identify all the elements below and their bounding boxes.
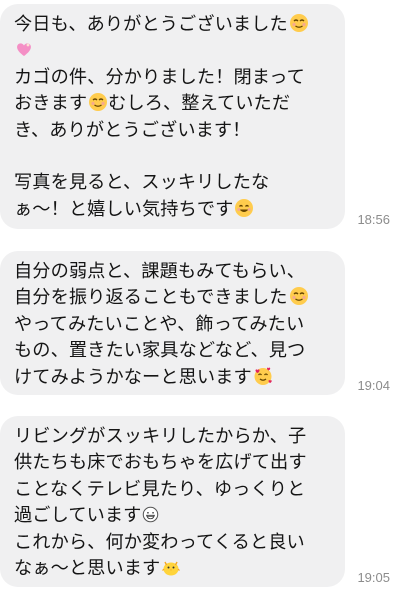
message-line: カゴの件、分かりました！閉まって — [14, 66, 305, 88]
message-line: ことなくテレビ見たり、ゆっくりと — [14, 478, 306, 500]
relieved-face-icon — [289, 286, 309, 306]
message-line: 自分を振り返ることもできました — [14, 285, 331, 311]
message-line: 自分の弱点と、課題もみてもらい、 — [14, 261, 305, 282]
message-line: き、ありがとうございます！ — [14, 119, 251, 141]
message-line: 供たちも床でおもちゃを広げて出す — [14, 452, 307, 474]
message-line: やってみたいことや、飾ってみたい — [14, 313, 305, 335]
relieved-face-icon — [88, 92, 108, 112]
message-line: おきます むしろ、整えていただ — [14, 92, 291, 115]
message-line — [14, 144, 331, 170]
message-timestamp: 19:05 — [357, 570, 390, 585]
message-timestamp: 19:04 — [357, 378, 390, 393]
message-line: これから、何か変わってくると良い — [14, 531, 305, 553]
message-line: けてみようかなーと思います — [14, 365, 331, 391]
sparkling-heart-icon — [14, 39, 34, 59]
message-line: 今日も、ありがとうございました — [14, 12, 331, 38]
message-bubble[interactable]: リビングがスッキリしたからか、子 供たちも床でおもちゃを広げて出す ことなくテレ… — [0, 416, 345, 587]
message-line: ぁ〜！と嬉しい気持ちです — [14, 197, 331, 223]
message-line: 過ごしています — [14, 503, 331, 529]
message-line: なぁ〜と思います — [14, 556, 331, 582]
message-line: 写真を見ると、スッキリしたな — [14, 172, 270, 194]
message-bubble[interactable]: 自分の弱点と、課題もみてもらい、 自分を振り返ることもできました やってみたいこ… — [0, 251, 345, 395]
relieved-face-icon — [289, 13, 309, 33]
message-line: リビングがスッキリしたからか、子 — [14, 426, 307, 447]
message-line: もの、置きたい家具などなど、見つ — [14, 340, 306, 362]
chick-icon — [161, 557, 181, 577]
grinning-face-icon — [142, 505, 159, 523]
message-timestamp: 18:56 — [357, 212, 390, 227]
smiling-face-icon — [234, 198, 254, 218]
message-line — [14, 38, 331, 64]
message-bubble[interactable]: 今日も、ありがとうございました カゴの件、分かりました！閉まって おきます むしろ… — [0, 4, 345, 229]
smiling-hearts-face-icon — [253, 366, 273, 386]
